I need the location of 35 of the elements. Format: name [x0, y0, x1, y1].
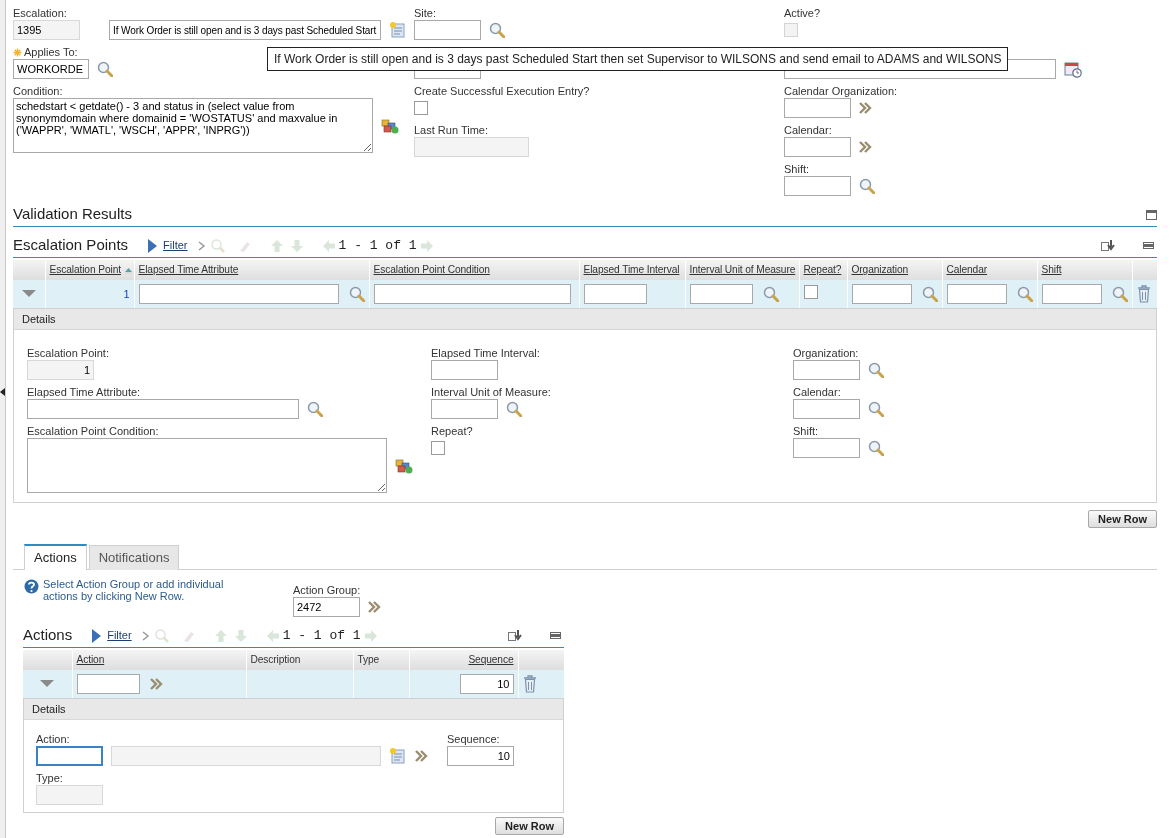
field-label: Repeat?: [431, 424, 473, 438]
field-label: Active?: [784, 6, 821, 20]
field-label: Last Run Time:: [414, 123, 488, 137]
field-label: Calendar Organization:: [784, 84, 898, 98]
section-title: Actions: [23, 625, 73, 646]
field-label: Calendar:: [784, 123, 832, 137]
section-title: Escalation Points: [13, 235, 129, 256]
details-bar: Details: [23, 698, 564, 720]
field-label: Elapsed Time Interval:: [431, 346, 540, 360]
field-label: Escalation:: [13, 6, 67, 20]
tooltip: If Work Order is still open and is 3 days past Scheduled Start then set Supervisor to WILSONS and send email to ADAMS and WILSONS: [267, 47, 1009, 71]
field-label: Organization:: [793, 346, 859, 360]
field-label: Site:: [414, 6, 436, 20]
field-label: Type:: [36, 771, 63, 785]
field-label: Interval Unit of Measure:: [431, 385, 551, 399]
field-label: Applies To:: [24, 45, 78, 59]
field-label: Shift:: [793, 424, 819, 438]
field-label: Sequence:: [447, 732, 500, 746]
column-header: Description: [250, 654, 301, 666]
field-label: Shift:: [784, 162, 810, 176]
field-label: Action:: [36, 732, 70, 746]
field-label: Action Group:: [293, 583, 361, 597]
field-label: Create Successful Execution Entry?: [414, 84, 590, 98]
details-bar: Details: [13, 308, 1157, 330]
section-title: Validation Results: [13, 204, 132, 225]
field-label: Calendar:: [793, 385, 841, 399]
help-text: Select Action Group or add individual actions by clicking New Row.: [43, 578, 225, 604]
field-label: Escalation Point:: [27, 346, 109, 360]
field-label: Elapsed Time Attribute:: [27, 385, 141, 399]
pagination-text: 1 - 1 of 1: [338, 236, 417, 255]
column-header: Type: [357, 654, 380, 666]
table-cell-text: 1: [122, 286, 130, 302]
field-label: Condition:: [13, 84, 63, 98]
field-label: Escalation Point Condition:: [27, 424, 159, 438]
pagination-text: 1 - 1 of 1: [282, 626, 361, 645]
